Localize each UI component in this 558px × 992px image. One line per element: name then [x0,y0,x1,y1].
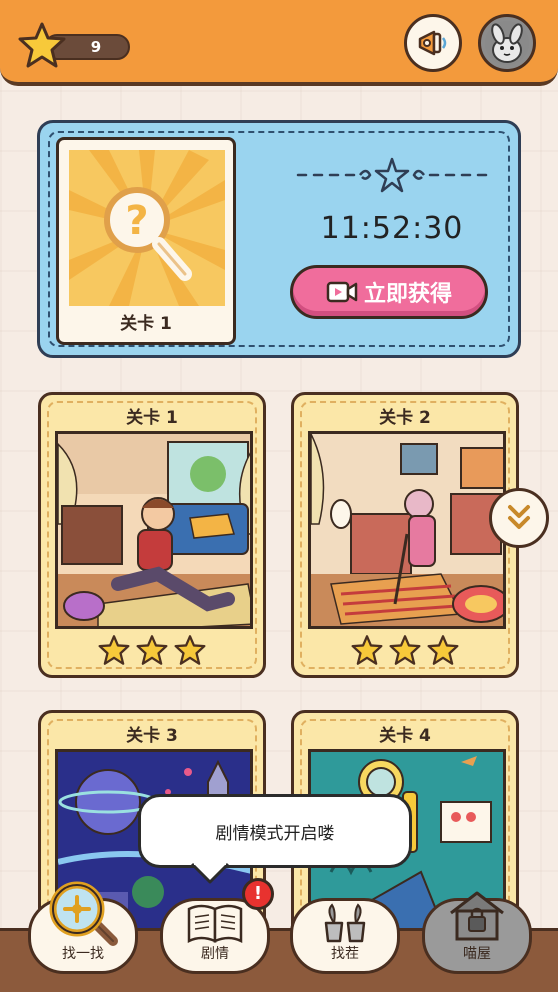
star-icon [174,635,206,665]
svg-text:?: ? [125,198,148,244]
toast-text: 剧情模式开启喽 [215,823,335,844]
nav-cat-house-label: 喵屋 [463,946,491,962]
star-counter[interactable]: 9 [18,22,130,68]
level-card-1[interactable]: 关卡 1 [38,392,266,678]
nav-find-label: 找一找 [62,946,104,962]
level-title: 关卡 3 [126,726,178,746]
star-ornament-icon [296,157,488,193]
double-chevron-down-icon [508,505,530,529]
level-title: 关卡 1 [126,408,178,428]
video-camera-icon [326,281,358,303]
star-icon [427,635,459,665]
nav-cat-house-button[interactable]: 喵屋 [422,891,532,974]
star-icon [18,22,66,68]
locked-house-icon [450,891,504,941]
get-now-label: 立即获得 [363,282,452,307]
star-icon [351,635,383,665]
mystery-level-card[interactable]: ? 关卡 1 [56,137,236,345]
level-title: 关卡 2 [379,408,431,428]
magnifier-icon [49,881,118,946]
avatar-icon [485,21,529,65]
avatar-button[interactable] [478,14,536,72]
top-bar: 9 [0,0,558,86]
get-now-button[interactable]: 立即获得 [290,265,488,319]
star-icon [136,635,168,665]
level-stars [41,635,263,665]
timed-level-panel: ? 关卡 1 11:52:30 立即获得 [37,120,521,358]
toast-tail [190,862,230,884]
notification-badge: ! [242,878,274,910]
star-icon [389,635,421,665]
level-card-2[interactable]: 关卡 2 [291,392,519,678]
plant-pots-icon [324,903,366,943]
level-art-kitchen [308,431,506,629]
megaphone-icon [418,30,447,56]
level-art-yoga-room [55,431,253,629]
level-stars [294,635,516,665]
scroll-down-button[interactable] [489,488,549,548]
book-icon [187,904,243,944]
nav-spot-difference-label: 找茬 [331,946,359,962]
nav-spot-difference-button[interactable]: 找茬 [290,898,400,974]
level-title: 关卡 4 [379,726,431,746]
mystery-level-label: 关卡 1 [120,314,172,334]
sunburst-question-icon: ? [69,150,225,306]
mystery-level-art: ? [69,150,225,306]
announcement-button[interactable] [404,14,462,72]
nav-find-button[interactable]: 找一找 [28,881,138,974]
story-mode-toast: 剧情模式开启喽 [138,794,412,868]
nav-story-label: 剧情 [201,946,229,962]
countdown-timer: 11:52:30 [320,211,464,246]
star-icon [98,635,130,665]
